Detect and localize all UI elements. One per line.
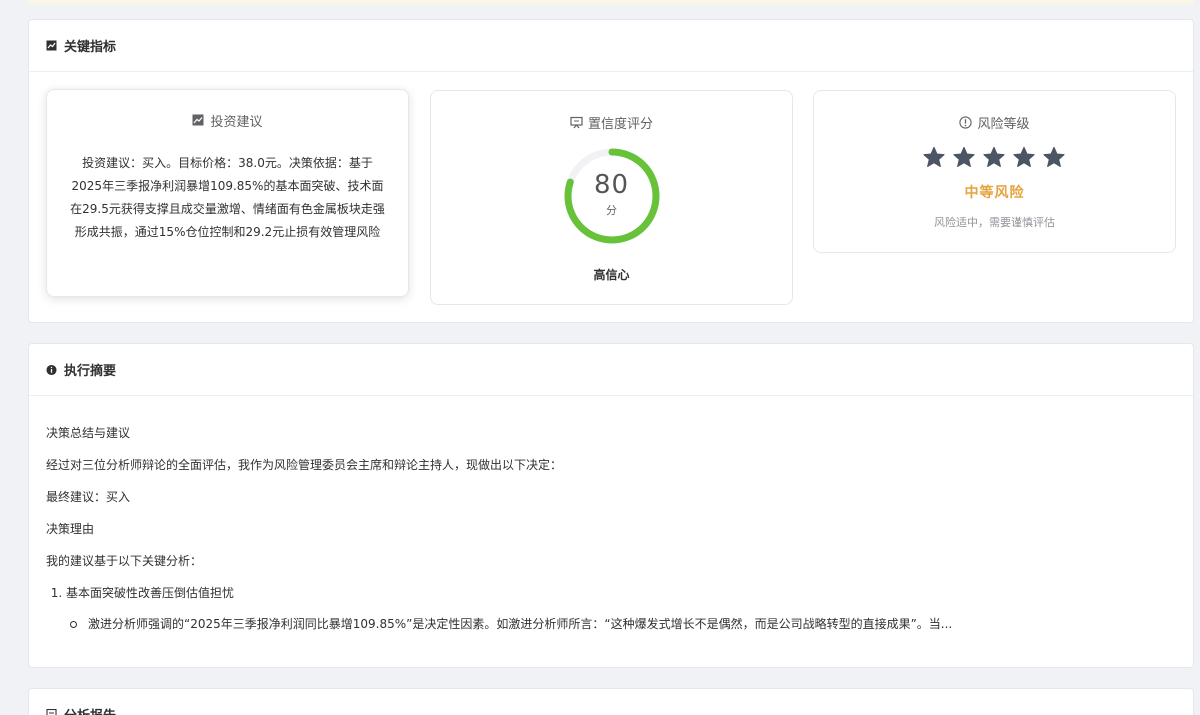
analysis-report-title: 分析报告 bbox=[64, 705, 116, 715]
star-icon bbox=[1042, 146, 1067, 170]
confidence-score-card: 置信度评分 80 分 高信心 bbox=[430, 90, 793, 305]
investment-advice-text: 投资建议：买入。目标价格：38.0元。决策依据：基于2025年三季报净利润暴增1… bbox=[70, 156, 385, 239]
key-metrics-title: 关键指标 bbox=[64, 40, 117, 55]
summary-reason-heading: 决策理由 bbox=[46, 522, 95, 536]
investment-advice-title: 投资建议 bbox=[210, 115, 263, 130]
risk-level: 中等风险 bbox=[964, 185, 1025, 201]
confidence-score: 80 bbox=[593, 170, 630, 200]
summary-list: 基本面突破性改善压倒估值担忧 激进分析师强调的“2025年三季报净利润同比暴增1… bbox=[66, 585, 1176, 632]
executive-summary-body: 决策总结与建议 经过对三位分析师辩论的全面评估，我作为风险管理委员会主席和辩论主… bbox=[29, 396, 1193, 632]
star-icon bbox=[922, 146, 947, 170]
sub-list-item: 激进分析师强调的“2025年三季报净利润同比暴增109.85%”是决定性因素。如… bbox=[66, 616, 1176, 632]
confidence-title: 置信度评分 bbox=[587, 117, 653, 132]
risk-level-card: 风险等级 中等风险 风险适中，需要谨慎评估 bbox=[813, 90, 1176, 253]
document-icon bbox=[46, 709, 57, 715]
summary-heading: 决策总结与建议 bbox=[46, 426, 131, 440]
investment-advice-card: 投资建议 投资建议：买入。目标价格：38.0元。决策依据：基于2025年三季报净… bbox=[46, 89, 409, 297]
summary-final-recommendation: 最终建议：买入 bbox=[46, 490, 131, 504]
star-icon bbox=[1012, 146, 1037, 170]
analysis-report-card: 分析报告 bbox=[28, 688, 1194, 715]
confidence-title-row: 置信度评分 bbox=[431, 113, 792, 132]
info-icon bbox=[46, 364, 57, 375]
investment-advice-title-row: 投资建议 bbox=[47, 111, 408, 130]
star-icon bbox=[982, 146, 1007, 170]
analysis-report-header: 分析报告 bbox=[29, 689, 1193, 715]
warning-circle-icon bbox=[959, 116, 973, 129]
executive-summary-header: 执行摘要 bbox=[29, 344, 1193, 396]
risk-stars bbox=[814, 146, 1175, 170]
executive-summary-card: 执行摘要 决策总结与建议 经过对三位分析师辩论的全面评估，我作为风险管理委员会主… bbox=[28, 343, 1194, 668]
confidence-label: 高信心 bbox=[593, 268, 630, 282]
summary-analysis-intro: 我的建议基于以下关键分析： bbox=[46, 554, 203, 568]
key-metrics-card: 关键指标 投资建议 投资建议：买入。目标价格：38.0元。决策依据：基于2025… bbox=[28, 19, 1194, 323]
confidence-gauge: 80 分 bbox=[562, 146, 662, 246]
presentation-board-icon bbox=[570, 116, 583, 129]
risk-description: 风险适中，需要谨慎评估 bbox=[934, 216, 1055, 229]
sub-list: 激进分析师强调的“2025年三季报净利润同比暴增109.85%”是决定性因素。如… bbox=[66, 616, 1176, 632]
list-item: 基本面突破性改善压倒估值担忧 激进分析师强调的“2025年三季报净利润同比暴增1… bbox=[66, 585, 1176, 632]
top-strip bbox=[28, 0, 1194, 6]
trend-chart-icon bbox=[192, 114, 205, 127]
risk-title-row: 风险等级 bbox=[814, 113, 1175, 132]
confidence-unit: 分 bbox=[606, 204, 617, 217]
list-item-text: 基本面突破性改善压倒估值担忧 bbox=[66, 586, 235, 600]
risk-title: 风险等级 bbox=[977, 117, 1030, 132]
trend-chart-icon bbox=[46, 40, 57, 51]
key-metrics-header: 关键指标 bbox=[29, 20, 1193, 72]
summary-intro: 经过对三位分析师辩论的全面评估，我作为风险管理委员会主席和辩论主持人，现做出以下… bbox=[46, 458, 563, 472]
executive-summary-title: 执行摘要 bbox=[64, 364, 117, 379]
star-icon bbox=[952, 146, 977, 170]
